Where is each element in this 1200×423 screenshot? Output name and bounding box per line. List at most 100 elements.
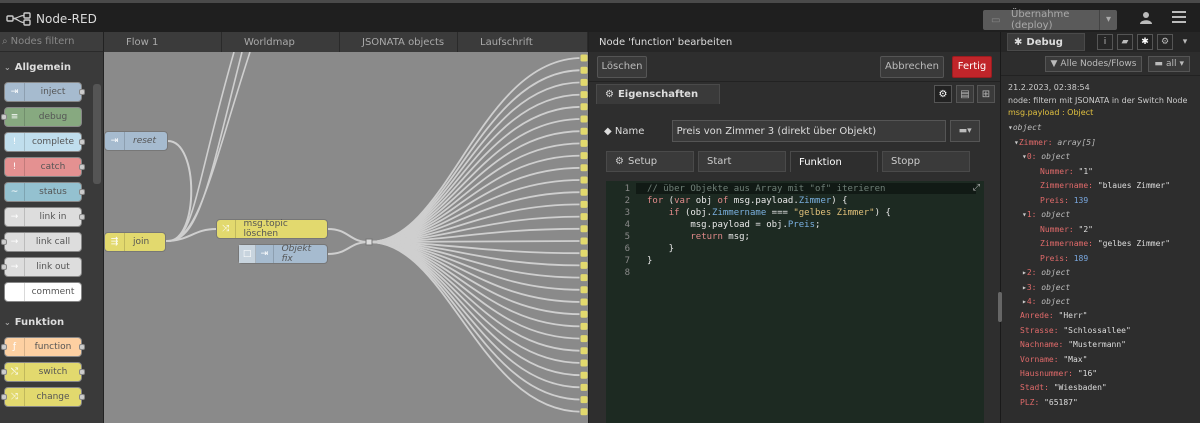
wire[interactable] (368, 241, 583, 401)
palette-node-function[interactable]: ƒ function (1, 337, 85, 357)
offscreen-node-edge[interactable] (579, 212, 588, 222)
palette-node-link-out[interactable]: → link out (1, 257, 82, 277)
wire[interactable] (368, 241, 583, 413)
tree-item-0[interactable]: ▾0: object (1022, 152, 1070, 161)
tree-item-4[interactable]: ▸4: object (1022, 297, 1070, 306)
cancel-button[interactable]: Abbrechen (880, 55, 944, 78)
sidebar-splitter-handle[interactable] (998, 292, 1002, 322)
offscreen-node-edge[interactable] (579, 358, 588, 368)
code-line[interactable]: return msg; (647, 232, 750, 242)
config-gear-icon[interactable]: ⚙ (1157, 34, 1173, 50)
tree-item-3[interactable]: ▸3: object (1022, 283, 1070, 292)
code-editor[interactable]: 1 // über Objekte aus Array mit "of" iter… (606, 181, 984, 423)
expand-editor-icon[interactable]: ⤢ (973, 183, 980, 193)
offscreen-node-edge[interactable] (579, 321, 588, 331)
offscreen-node-edge[interactable] (579, 65, 588, 75)
wire[interactable] (167, 52, 235, 242)
offscreen-node-edge[interactable] (579, 102, 588, 112)
offscreen-node-edge[interactable] (579, 395, 588, 405)
delete-button[interactable]: Löschen (597, 55, 647, 78)
properties-gear-icon[interactable]: ⚙ (934, 85, 952, 103)
palette-node-change[interactable]: ⤨ change (1, 387, 85, 407)
done-button[interactable]: Fertig (952, 55, 992, 78)
wire[interactable] (368, 240, 583, 243)
offscreen-node-edge[interactable] (579, 382, 588, 392)
wire[interactable] (368, 241, 583, 364)
offscreen-node-edge[interactable] (579, 346, 588, 356)
palette-node-comment[interactable]: … comment (4, 282, 82, 302)
palette-filter-input[interactable]: Nodes filtern (11, 36, 75, 47)
palette-category-allgemein[interactable]: ⌄ Allgemein (0, 52, 103, 82)
offscreen-node-edge[interactable] (579, 187, 588, 197)
tree-item-2[interactable]: ▸2: object (1022, 268, 1070, 277)
debug-clear-button[interactable]: ▬ all ▾ (1148, 55, 1190, 72)
tab-laufschrift[interactable]: Laufschrift (458, 32, 588, 52)
flow-canvas[interactable]: ⇥ reset ⇶ join ⤨ msg.topic löschen □ ⇥ O… (104, 52, 588, 423)
tab-stopp[interactable]: Stopp (882, 151, 970, 172)
tab-setup[interactable]: ⚙ Setup (606, 151, 694, 172)
offscreen-node-edge[interactable] (579, 53, 588, 63)
debug-source[interactable]: node: filtern mit JSONATA in der Switch … (1008, 96, 1187, 105)
tab-debug[interactable]: ✱ Debug (1007, 33, 1085, 51)
wire[interactable] (167, 140, 193, 242)
chevron-down-icon[interactable]: ▾ (1177, 34, 1193, 50)
user-icon[interactable] (1137, 11, 1155, 29)
link-junction[interactable] (365, 238, 373, 246)
offscreen-node-edge[interactable] (579, 309, 588, 319)
tab-jsonata-objects[interactable]: JSONATA objects (340, 32, 458, 52)
palette-node-switch[interactable]: ⤭ switch (1, 362, 85, 382)
palette-scrollbar[interactable] (93, 84, 101, 184)
node-reset[interactable]: ⇥ reset (104, 131, 168, 151)
offscreen-node-edge[interactable] (579, 77, 588, 87)
tab-start[interactable]: Start (698, 151, 786, 172)
tab-worldmap[interactable]: Worldmap (222, 32, 340, 52)
wire[interactable] (368, 105, 583, 243)
offscreen-node-edge[interactable] (579, 297, 588, 307)
node-objekt-fix[interactable]: □ ⇥ Objekt fix (238, 244, 328, 264)
palette-category-funktion[interactable]: ⌄ Funktion (0, 307, 103, 337)
offscreen-node-edge[interactable] (579, 370, 588, 380)
code-line[interactable]: for (var obj of msg.payload.Zimmer) { (647, 196, 848, 206)
offscreen-node-edge[interactable] (579, 285, 588, 295)
tree-zimmer[interactable]: ▾Zimmer: array[5] (1014, 138, 1096, 147)
tree-root[interactable]: ▾object (1008, 123, 1042, 132)
offscreen-node-edge[interactable] (579, 199, 588, 209)
palette-node-inject[interactable]: ⇥ inject (4, 82, 85, 102)
deploy-menu-arrow-icon[interactable]: ▾ (1099, 10, 1117, 30)
offscreen-node-edge[interactable] (579, 273, 588, 283)
description-icon[interactable]: ▤ (956, 85, 974, 103)
offscreen-node-edge[interactable] (579, 236, 588, 246)
offscreen-node-edge[interactable] (579, 114, 588, 124)
main-menu-icon[interactable] (1170, 11, 1188, 29)
palette-node-link-call[interactable]: → link call (1, 232, 82, 252)
deploy-button[interactable]: ▭ Übernahme (deploy) ▾ (983, 9, 1117, 31)
offscreen-node-edge[interactable] (579, 248, 588, 258)
offscreen-node-edge[interactable] (579, 407, 588, 417)
palette-filter[interactable]: ⌕ Nodes filtern (0, 32, 103, 52)
wire[interactable] (368, 69, 583, 243)
tree-item-1[interactable]: ▾1: object (1022, 210, 1070, 219)
offscreen-node-edge[interactable] (579, 260, 588, 270)
wire[interactable] (327, 228, 370, 243)
inject-button-icon[interactable]: □ (239, 245, 257, 263)
code-line[interactable]: } (647, 256, 652, 266)
palette-node-complete[interactable]: ! complete (4, 132, 85, 152)
appearance-icon[interactable]: ⊞ (977, 85, 995, 103)
code-line[interactable]: // über Objekte aus Array mit "of" iteri… (647, 184, 885, 194)
palette-node-link-in[interactable]: → link in (4, 207, 85, 227)
tab-flow-1[interactable]: Flow 1 (104, 32, 222, 52)
name-options-button[interactable]: ▬▾ (950, 120, 980, 142)
offscreen-node-edge[interactable] (579, 90, 588, 100)
palette-node-status[interactable]: ~ status (4, 182, 85, 202)
offscreen-node-edge[interactable] (579, 138, 588, 148)
offscreen-node-edge[interactable] (579, 334, 588, 344)
code-line[interactable]: if (obj.Zimmername === "gelbes Zimmer") … (647, 208, 891, 218)
debug-filter-button[interactable]: ▼ Alle Nodes/Flows (1044, 55, 1143, 72)
tab-properties[interactable]: ⚙ Eigenschaften (596, 84, 720, 104)
help-book-icon[interactable]: ▰ (1117, 34, 1133, 50)
info-icon[interactable]: i (1097, 34, 1113, 50)
debug-bug-icon[interactable]: ✱ (1137, 34, 1153, 50)
name-input[interactable]: Preis von Zimmer 3 (direkt über Objekt) (671, 120, 947, 142)
palette-node-catch[interactable]: ! catch (4, 157, 85, 177)
offscreen-node-edge[interactable] (579, 175, 588, 185)
